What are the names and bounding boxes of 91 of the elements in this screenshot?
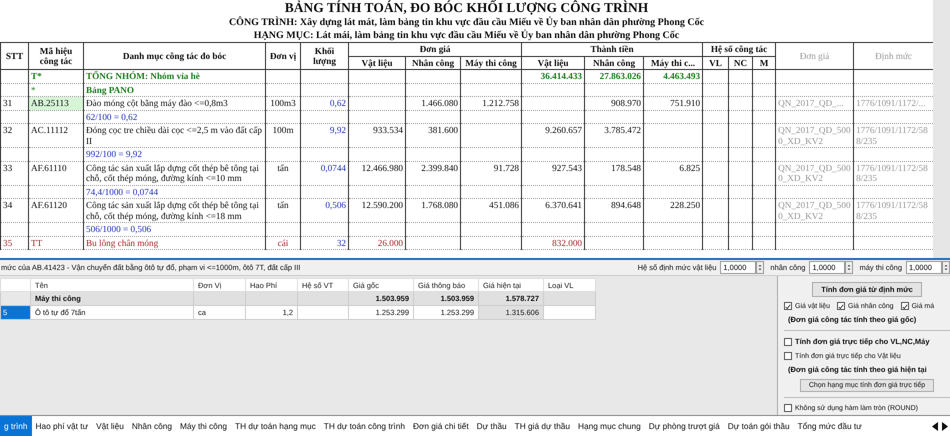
column-header: Danh mục công tác đo bóc [84, 42, 266, 70]
spinner-icon[interactable] [845, 261, 854, 274]
table-cell: 6.370.641 [522, 198, 585, 222]
table-cell: 91.728 [460, 161, 522, 185]
checkbox[interactable] [900, 302, 909, 310]
table-cell: 992/100 = 9,92 [84, 148, 266, 161]
table-cell: 451.086 [460, 198, 522, 222]
scroll-left-icon[interactable] [932, 422, 939, 430]
column-header: Nhân công [406, 56, 460, 70]
table-cell: 36.414.433 [522, 70, 585, 83]
table-cell: Công tác sản xuất lắp dựng cốt thép bê tông tại chỗ, cốt thép móng, đường kính <=18 mm [84, 198, 266, 222]
table-cell: QN_2017_QD_5000_XD_KV2 [776, 198, 854, 222]
column-header: Khối lượng [300, 42, 348, 70]
table-cell: 74,4/1000 = 0,0744 [84, 185, 266, 198]
table-cell: 32 [300, 236, 348, 250]
checkbox[interactable] [784, 352, 792, 360]
table-cell: 751.910 [644, 96, 703, 110]
table-cell: 26.000 [348, 236, 406, 250]
scroll-right-icon[interactable] [941, 422, 948, 430]
table-cell: Bảng PANO [84, 83, 266, 96]
table-cell[interactable]: AF.61120 [28, 198, 84, 222]
column-header: Máy thi c... [644, 56, 703, 70]
column-header: Định mức [854, 42, 934, 70]
table-cell: 0,0744 [300, 161, 348, 185]
column-header: Vật liệu [348, 56, 406, 70]
table-cell: 12.466.980 [348, 161, 406, 185]
table-cell: 1.212.758 [460, 96, 522, 110]
column-header: Thành tiền [522, 42, 703, 56]
checkbox[interactable] [784, 338, 792, 346]
table-cell: 9,92 [300, 124, 348, 148]
table-cell: 506/1000 = 0,506 [84, 222, 266, 236]
table-cell: QN_2017_QD_5000_XD_KV2 [776, 161, 854, 185]
table-cell: 908.970 [584, 96, 644, 110]
table-cell: 27.863.026 [584, 70, 644, 83]
column-header: Nhân công [584, 56, 644, 70]
table-cell: 894.648 [584, 198, 644, 222]
table-cell: 0,506 [300, 198, 348, 222]
table-cell: Đóng cọc tre chiều dài cọc <=2,5 m vào đất cấp II [84, 124, 266, 148]
project-line: CÔNG TRÌNH: Xây dựng lát mát, làm bảng tin khu vực đầu cầu Miếu về Ủy ban nhân dân phường Phong Cốc [228, 16, 706, 29]
spinner-icon[interactable] [942, 261, 950, 274]
column-header: Đơn vị [266, 42, 300, 70]
table-cell: 178.548 [584, 161, 644, 185]
table-cell: cái [266, 236, 300, 250]
table-cell: 832.000 [522, 236, 585, 250]
checkbox[interactable] [784, 302, 792, 310]
column-header: Mã hiệu công tác [28, 42, 84, 70]
table-cell: tấn [266, 198, 300, 222]
column-header: Máy thi công [460, 56, 522, 70]
table-cell: QN_2017_QD_5000_XD_KV2 [776, 124, 854, 148]
checkbox[interactable] [784, 404, 792, 412]
table-cell[interactable]: AC.11112 [28, 124, 84, 148]
table-cell: 2.399.840 [406, 161, 460, 185]
table-cell: 933.534 [348, 124, 406, 148]
table-cell: 0,62 [300, 96, 348, 110]
table-cell: 32 [0, 124, 28, 148]
table-cell[interactable]: TT [28, 236, 84, 250]
column-header: Đơn giá [348, 42, 522, 56]
checkbox[interactable] [837, 302, 846, 310]
table-cell: 4.463.493 [644, 70, 703, 83]
table-cell: 6.825 [644, 161, 703, 185]
sheet-tab[interactable]: g trình [0, 416, 32, 436]
spinner-icon[interactable] [756, 261, 764, 274]
column-header: Hệ số công tác [702, 42, 776, 56]
table-cell: 9.260.657 [522, 124, 585, 148]
table-cell: 381.600 [406, 124, 460, 148]
table-cell: 62/100 = 0,62 [84, 110, 266, 124]
table-cell: 33 [0, 161, 28, 185]
category-line: HẠNG MỤC: Lát mái, làm bảng tin khu vực đầu cầu Miếu về Ủy ban nhân dân phường Phong Cốc [252, 29, 680, 42]
table-cell: 100m [266, 124, 300, 148]
table-cell: 1.466.080 [406, 96, 460, 110]
table-cell[interactable]: T* [28, 70, 84, 83]
column-header: Vật liệu [522, 56, 585, 70]
table-cell[interactable]: AF.61110 [28, 161, 84, 185]
table-cell: 1.768.080 [406, 198, 460, 222]
table-cell: Công tác sản xuất lắp dựng cốt thép bê tông tại chỗ, cốt thép móng, đường kính <=10 mm [84, 161, 266, 185]
table-cell: TỔNG NHÓM: Nhóm vỉa hè [84, 70, 266, 83]
table-cell: 12.590.200 [348, 198, 406, 222]
table-cell: QN_2017_QD_... [776, 96, 854, 110]
table-cell: 228.250 [644, 198, 703, 222]
table-cell: 34 [0, 198, 28, 222]
column-header: STT [0, 42, 28, 70]
table-cell: Đào móng cột bằng máy đào <=0,8m3 [84, 96, 266, 110]
column-header: Đơn giá [776, 42, 854, 70]
table-cell: tấn [266, 161, 300, 185]
sheet-title: BẢNG TÍNH TOÁN, ĐO BÓC KHỐI LƯỢNG CÔNG TRÌNH [284, 0, 650, 16]
table-cell: 100m3 [266, 96, 300, 110]
table-cell: 35 [0, 236, 28, 250]
table-cell[interactable]: AB.25113 [28, 96, 84, 110]
table-cell: Bu lông chân móng [84, 236, 266, 250]
table-cell: 3.785.472 [584, 124, 644, 148]
table-cell: 927.543 [522, 161, 585, 185]
